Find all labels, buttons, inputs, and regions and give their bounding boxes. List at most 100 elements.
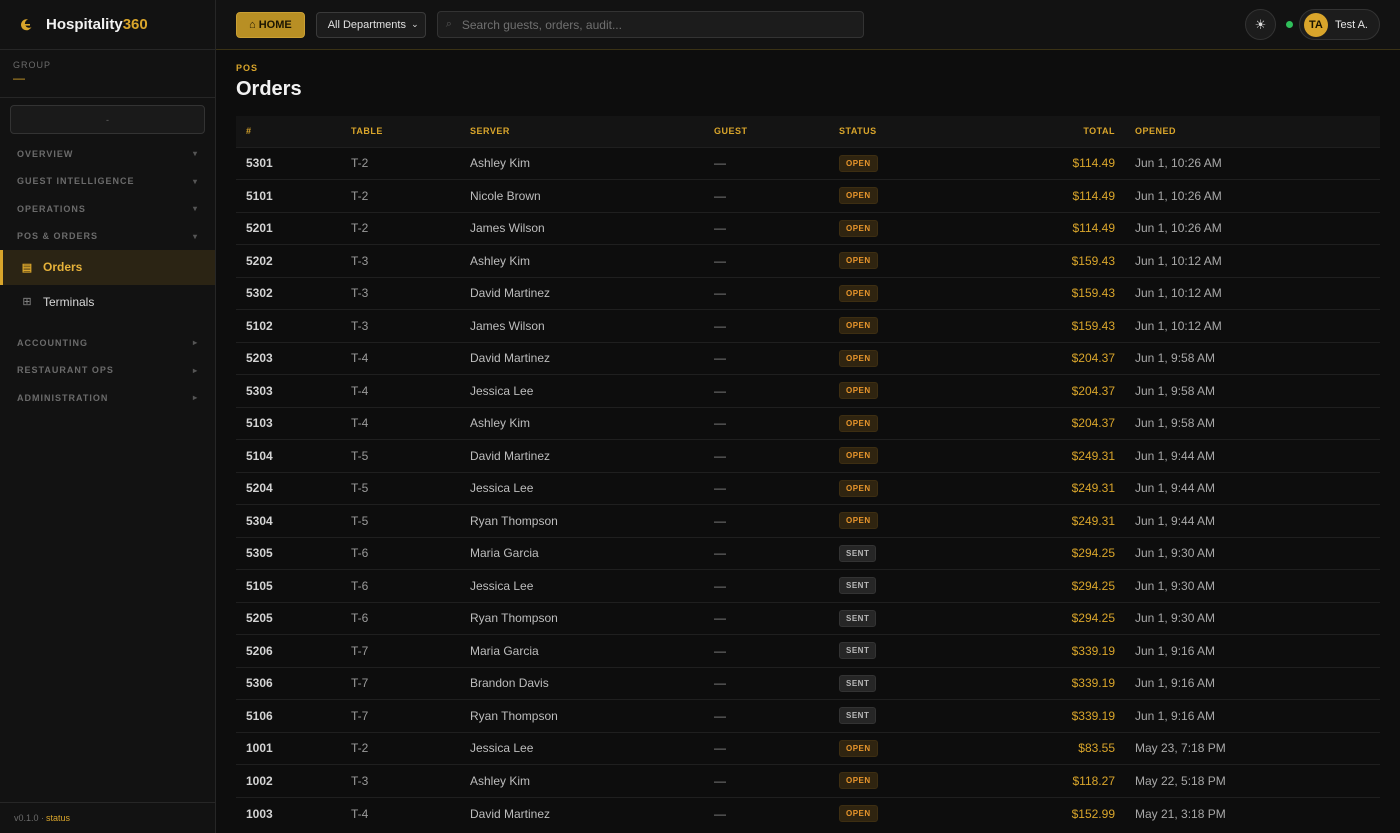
column-header-guest[interactable]: GUEST <box>714 116 839 147</box>
table-row[interactable]: 5305 T-6 Maria Garcia — SENT $294.25 Jun 1, 9:… <box>236 537 1380 570</box>
search-input[interactable]: ⌕ Search guests, orders, audit... <box>436 11 864 38</box>
app-root: Hospitality360 GROUP — - OVERVIEW ▾ GUEST… <box>0 0 1400 833</box>
sidebar-item-terminals[interactable]: ⊞ Terminals <box>0 285 215 320</box>
order-guest: — <box>714 448 726 463</box>
home-button[interactable]: ⌂ HOME <box>236 11 305 38</box>
order-server: Brandon Davis <box>470 676 549 691</box>
user-menu-button[interactable]: TA Test A. <box>1298 9 1380 40</box>
crescent-logo-icon <box>18 17 34 33</box>
column-header-opened[interactable]: OPENED <box>1125 116 1380 147</box>
grid-icon: ⊞ <box>22 296 32 309</box>
table-row[interactable]: 5301 T-2 Ashley Kim — OPEN $114.49 Jun 1, 10:2… <box>236 147 1380 180</box>
table-row[interactable]: 1003 T-4 David Martinez — OPEN $152.99 May 21,… <box>236 797 1380 830</box>
order-table: T-2 <box>351 741 369 756</box>
order-server: Jessica Lee <box>470 741 534 756</box>
nav-section-administration[interactable]: ADMINISTRATION ▸ <box>0 384 215 412</box>
theme-toggle-button[interactable]: ☀ <box>1244 9 1276 40</box>
order-opened: Jun 1, 9:44 AM <box>1135 513 1216 528</box>
order-guest: — <box>714 188 726 203</box>
table-row[interactable]: 5205 T-6 Ryan Thompson — SENT $294.25 Jun 1, 9… <box>236 602 1380 635</box>
nav-section-accounting[interactable]: ACCOUNTING ▸ <box>0 329 215 357</box>
order-server: Jessica Lee <box>470 481 534 496</box>
sidebar-footer: v0.1.0 · status <box>0 802 215 833</box>
order-guest: — <box>714 773 726 788</box>
status-badge: OPEN <box>839 479 878 497</box>
order-opened: Jun 1, 9:16 AM <box>1135 643 1216 658</box>
status-badge: OPEN <box>839 805 878 822</box>
column-header-server[interactable]: SERVER <box>470 116 714 147</box>
table-row[interactable]: 1002 T-3 Ashley Kim — OPEN $118.27 May 22, 5:1… <box>236 764 1380 798</box>
status-badge: OPEN <box>839 154 878 172</box>
table-row[interactable]: 5302 T-3 David Martinez — OPEN $159.43 Jun 1, … <box>236 277 1380 310</box>
status-badge: OPEN <box>839 382 878 400</box>
column-header-status[interactable]: STATUS <box>839 116 979 147</box>
group-select[interactable]: - <box>10 105 205 134</box>
table-row[interactable]: 5102 T-3 James Wilson — OPEN $159.43 Jun 1, 10… <box>236 309 1380 343</box>
chevron-down-icon: ▾ <box>192 149 198 159</box>
table-row[interactable]: 5204 T-5 Jessica Lee — OPEN $249.31 Jun 1, 9:4… <box>236 472 1380 505</box>
order-status: SENT <box>839 667 979 700</box>
order-opened: Jun 1, 9:58 AM <box>1135 416 1216 431</box>
order-opened: Jun 1, 9:30 AM <box>1135 546 1216 561</box>
table-row[interactable]: 5104 T-5 David Martinez — OPEN $249.31 Jun 1, … <box>236 439 1380 473</box>
brand-accent-text: 360 <box>122 16 148 33</box>
page-title: Orders <box>236 78 302 100</box>
table-row[interactable]: 5203 T-4 David Martinez — OPEN $204.37 Jun 1, … <box>236 342 1380 375</box>
order-guest: — <box>714 221 726 236</box>
nav-section-restaurant-ops[interactable]: RESTAURANT OPS ▸ <box>0 357 215 385</box>
order-server: Ryan Thompson <box>470 611 558 626</box>
sun-icon: ☀ <box>1254 16 1267 32</box>
order-id: 5103 <box>246 416 273 431</box>
group-value: — <box>13 71 25 85</box>
order-total: $249.31 <box>1071 481 1115 496</box>
department-select[interactable]: All Departments ⌄ <box>315 11 426 38</box>
table-row[interactable]: 5206 T-7 Maria Garcia — SENT $339.19 Jun 1, 9:… <box>236 634 1380 668</box>
nav-section-label: ADMINISTRATION <box>17 392 109 403</box>
nav-section-overview[interactable]: OVERVIEW ▾ <box>0 140 215 168</box>
table-row[interactable]: 5201 T-2 James Wilson — OPEN $114.49 Jun 1, 10… <box>236 212 1380 245</box>
orders-table: # TABLE SERVER GUEST STATUS TOTAL OPENED… <box>236 116 1380 830</box>
status-badge: SENT <box>839 707 877 725</box>
order-table: T-4 <box>351 383 369 398</box>
order-id: 1001 <box>246 741 273 756</box>
table-row[interactable]: 5101 T-2 Nicole Brown — OPEN $114.49 Jun 1, 10… <box>236 179 1380 213</box>
nav-section-pos-orders[interactable]: POS & ORDERS ▾ <box>0 223 215 251</box>
table-row[interactable]: 5103 T-4 Ashley Kim — OPEN $204.37 Jun 1, 9:58… <box>236 407 1380 440</box>
chevron-down-icon: ▾ <box>192 176 198 186</box>
order-opened: Jun 1, 9:58 AM <box>1135 383 1216 398</box>
table-row[interactable]: 5303 T-4 Jessica Lee — OPEN $204.37 Jun 1, 9:5… <box>236 374 1380 408</box>
department-select-value: All Departments <box>327 18 406 31</box>
order-table: T-2 <box>351 156 369 171</box>
order-id: 5301 <box>246 156 273 171</box>
order-opened: Jun 1, 9:58 AM <box>1135 351 1216 366</box>
brand[interactable]: Hospitality360 <box>0 0 215 50</box>
status-link[interactable]: status <box>46 813 70 823</box>
order-guest: — <box>714 351 726 366</box>
nav-section-guest-intelligence[interactable]: GUEST INTELLIGENCE ▾ <box>0 168 215 196</box>
order-guest: — <box>714 513 726 528</box>
table-row[interactable]: 1001 T-2 Jessica Lee — OPEN $83.55 May 23, 7:1… <box>236 732 1380 765</box>
table-row[interactable]: 5106 T-7 Ryan Thompson — SENT $339.19 Jun 1, 9… <box>236 699 1380 733</box>
nav-section-operations[interactable]: OPERATIONS ▾ <box>0 195 215 223</box>
order-guest: — <box>714 481 726 496</box>
status-badge: OPEN <box>839 284 878 302</box>
order-total: $159.43 <box>1071 253 1115 268</box>
order-total: $339.19 <box>1071 643 1115 658</box>
brand-name-text: Hospitality <box>46 16 123 33</box>
order-table: T-5 <box>351 448 369 463</box>
table-row[interactable]: 5105 T-6 Jessica Lee — SENT $294.25 Jun 1, 9:3… <box>236 569 1380 603</box>
table-row[interactable]: 5306 T-7 Brandon Davis — SENT $339.19 Jun 1, 9… <box>236 667 1380 700</box>
table-row[interactable]: 5304 T-5 Ryan Thompson — OPEN $249.31 Jun 1, 9… <box>236 504 1380 538</box>
column-header-table[interactable]: TABLE <box>351 116 470 147</box>
order-id: 5304 <box>246 513 273 528</box>
table-row[interactable]: 5202 T-3 Ashley Kim — OPEN $159.43 Jun 1, 10:1… <box>236 244 1380 278</box>
sidebar-item-orders[interactable]: ▤ Orders <box>0 250 215 285</box>
order-id: 5106 <box>246 708 273 723</box>
order-id: 5102 <box>246 318 273 333</box>
order-table: T-6 <box>351 578 369 593</box>
order-id: 5202 <box>246 253 273 268</box>
column-header-total[interactable]: TOTAL <box>979 116 1125 147</box>
nav-section-label: OVERVIEW <box>17 148 74 159</box>
column-header-id[interactable]: # <box>236 116 351 147</box>
